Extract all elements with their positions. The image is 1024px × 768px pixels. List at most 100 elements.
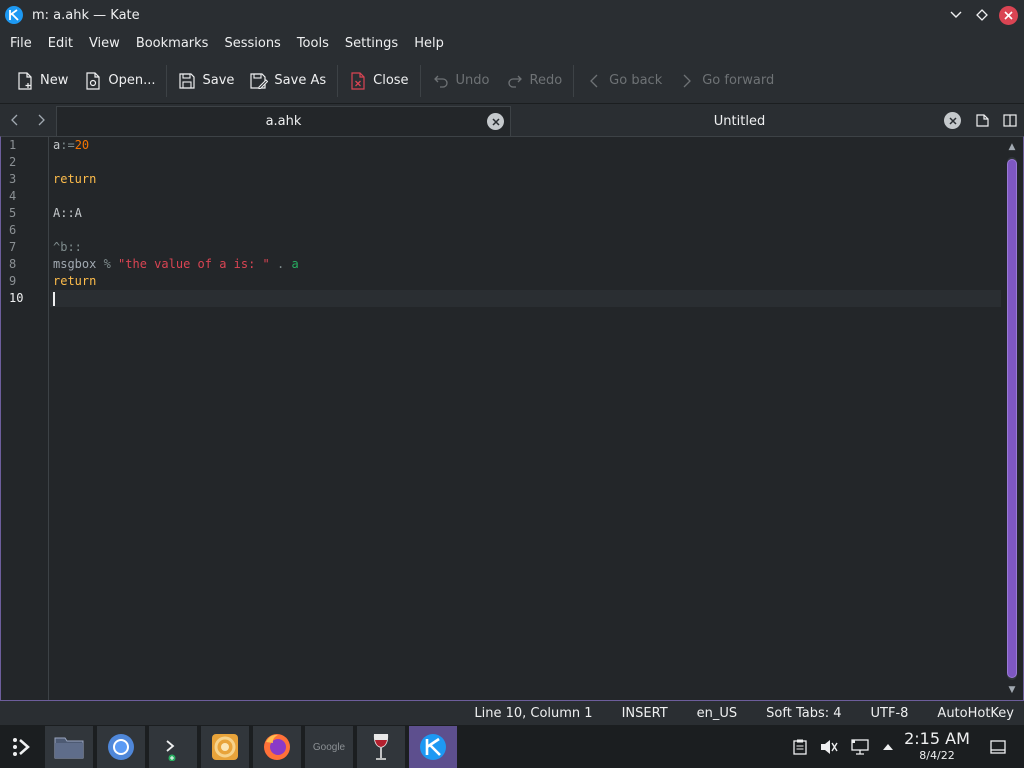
maximize-button[interactable] — [973, 6, 991, 24]
tab-scroll-right-button[interactable] — [28, 104, 56, 136]
input-mode[interactable]: INSERT — [622, 706, 668, 721]
taskbar-wine[interactable] — [357, 726, 405, 768]
save-as-button[interactable]: Save As — [242, 65, 334, 97]
close-document-icon — [349, 71, 367, 90]
close-icon — [948, 116, 957, 125]
go-back-button[interactable]: Go back — [577, 65, 670, 97]
cursor-position[interactable]: Line 10, Column 1 — [474, 706, 592, 721]
scrollbar-thumb[interactable] — [1007, 159, 1017, 678]
split-view-button[interactable] — [999, 104, 1021, 136]
line-number: 3 — [9, 172, 17, 186]
scroll-up-arrow[interactable]: ▲ — [1005, 141, 1019, 153]
new-document-icon — [16, 71, 34, 90]
code-line[interactable]: A::A — [50, 205, 1001, 222]
volume-tray-button[interactable] — [819, 725, 839, 768]
go-forward-label: Go forward — [702, 73, 775, 88]
close-window-button[interactable] — [999, 5, 1018, 25]
clipboard-tray-button[interactable] — [790, 725, 810, 768]
indentation-settings[interactable]: Soft Tabs: 4 — [766, 706, 841, 721]
code-token: return — [53, 274, 97, 288]
tab-untitled[interactable]: Untitled — [512, 106, 967, 136]
menu-file[interactable]: File — [2, 30, 40, 58]
code-line[interactable]: msgbox % "the value of a is: " . a — [50, 256, 1001, 273]
redo-button[interactable]: Redo — [498, 65, 571, 97]
window-controls — [947, 0, 1018, 30]
application-launcher[interactable] — [8, 733, 36, 761]
code-line[interactable]: a:=20 — [50, 137, 1001, 154]
taskbar-firefox[interactable] — [253, 726, 301, 768]
new-button[interactable]: New — [8, 65, 76, 97]
tab-scroll-left-button[interactable] — [0, 104, 28, 136]
menu-bar: File Edit View Bookmarks Sessions Tools … — [0, 30, 1024, 58]
code-line[interactable] — [50, 188, 1001, 205]
menu-tools[interactable]: Tools — [289, 30, 337, 58]
open-button[interactable]: Open... — [76, 65, 163, 97]
code-line[interactable]: ^b:: — [50, 239, 1001, 256]
save-icon — [178, 72, 196, 90]
code-token: 20 — [74, 138, 90, 152]
code-line[interactable] — [50, 222, 1001, 239]
code-token: return — [53, 172, 97, 186]
code-line[interactable] — [50, 290, 1001, 307]
menu-view[interactable]: View — [81, 30, 128, 58]
line-number: 6 — [9, 223, 17, 237]
go-forward-button[interactable]: Go forward — [670, 65, 782, 97]
menu-help[interactable]: Help — [406, 30, 452, 58]
kate-app-icon[interactable] — [5, 6, 23, 24]
tab-close-button[interactable] — [944, 112, 961, 129]
code-token: % — [96, 257, 119, 271]
go-back-label: Go back — [609, 73, 663, 88]
scroll-down-arrow[interactable]: ▼ — [1005, 684, 1019, 696]
clipboard-icon — [793, 739, 807, 755]
spellcheck-language[interactable]: en_US — [697, 706, 738, 721]
document-icon — [975, 113, 989, 127]
toolbar-separator — [419, 64, 421, 97]
taskbar-chromium[interactable] — [97, 726, 145, 768]
new-tab-button[interactable] — [971, 104, 993, 136]
toolbar-separator — [573, 64, 575, 97]
taskbar-konsole[interactable] — [149, 726, 197, 768]
save-button[interactable]: Save — [170, 65, 242, 97]
tab-close-button[interactable] — [487, 113, 504, 130]
minimize-button[interactable] — [947, 6, 965, 24]
menu-settings[interactable]: Settings — [337, 30, 406, 58]
code-line[interactable] — [50, 154, 1001, 171]
network-wired-icon — [851, 738, 869, 755]
file-encoding[interactable]: UTF-8 — [871, 706, 909, 721]
code-line[interactable]: return — [50, 273, 1001, 290]
line-number: 7 — [9, 240, 17, 254]
line-number: 2 — [9, 155, 17, 169]
undo-button[interactable]: Undo — [424, 65, 498, 97]
close-icon — [491, 117, 500, 126]
vertical-scrollbar[interactable]: ▲ ▼ — [1001, 137, 1023, 700]
close-document-button[interactable]: Close — [341, 65, 416, 97]
kate-icon — [420, 734, 446, 760]
taskbar-settings-app[interactable] — [201, 726, 249, 768]
line-number: 9 — [9, 274, 17, 288]
close-icon — [1004, 10, 1013, 20]
show-hidden-icons-button[interactable] — [879, 725, 897, 768]
menu-sessions[interactable]: Sessions — [216, 30, 288, 58]
digital-clock[interactable]: 2:15 AM 8/4/22 — [900, 729, 974, 762]
code-token: A::A — [53, 206, 82, 220]
code-text-area[interactable]: a:=20 return A::A ^b:: msgbox % "the value o… — [50, 137, 1001, 700]
window-title: m: a.ahk — Kate — [32, 7, 140, 23]
syntax-mode[interactable]: AutoHotKey — [937, 706, 1014, 721]
taskbar-google[interactable]: Google — [305, 726, 353, 768]
network-tray-button[interactable] — [849, 725, 871, 768]
desktop-icon — [990, 739, 1006, 754]
tab-label: a.ahk — [265, 114, 302, 129]
tab-label: Untitled — [713, 113, 766, 129]
code-line[interactable]: return — [50, 171, 1001, 188]
wine-glass-icon — [373, 734, 389, 760]
menu-edit[interactable]: Edit — [40, 30, 81, 58]
show-desktop-button[interactable] — [987, 725, 1009, 768]
chevron-left-icon — [11, 114, 18, 126]
taskbar-kate[interactable] — [409, 726, 457, 768]
folder-icon — [54, 737, 84, 759]
taskbar-file-manager[interactable] — [45, 726, 93, 768]
line-number: 8 — [9, 257, 17, 271]
menu-bookmarks[interactable]: Bookmarks — [128, 30, 217, 58]
chevron-down-icon — [950, 11, 962, 18]
tab-a-ahk[interactable]: a.ahk — [56, 106, 511, 136]
